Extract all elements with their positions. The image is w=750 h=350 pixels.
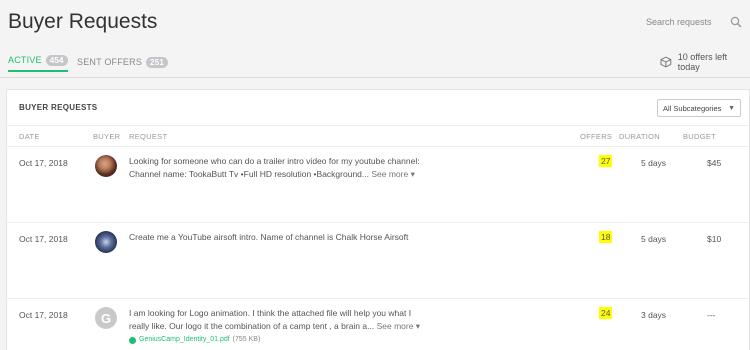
request-line: Create me a YouTube airsoft intro. Name … [129, 232, 409, 242]
chevron-down-icon: ▼ [728, 104, 735, 112]
offers-count: 18 [599, 231, 613, 243]
request-text: Create me a YouTube airsoft intro. Name … [129, 231, 429, 244]
avatar[interactable] [95, 155, 117, 177]
request-line: I am looking for Logo animation. I think… [129, 308, 412, 318]
table-row[interactable]: Oct 17, 2018 Looking for someone who can… [7, 146, 749, 222]
tab-sent-offers[interactable]: SENT OFFERS 251 [77, 52, 168, 72]
subcategory-select[interactable]: All Subcategories ▼ [657, 99, 741, 117]
duration: 5 days [641, 234, 667, 244]
avatar[interactable]: G [95, 307, 117, 329]
request-date: Oct 17, 2018 [19, 158, 68, 168]
request-date: Oct 17, 2018 [19, 310, 68, 320]
request-line-more: really like. Our logo it the combination… [129, 320, 429, 333]
request-line-more: Channel name: TookaButt Tv •Full HD reso… [129, 168, 429, 181]
tab-active[interactable]: ACTIVE 454 [8, 52, 68, 72]
tab-active-count: 454 [45, 54, 68, 66]
cube-icon [660, 56, 672, 68]
panel-title: BUYER REQUESTS [19, 103, 98, 112]
column-header-request: REQUEST [129, 132, 168, 141]
request-line: Looking for someone who can do a trailer… [129, 156, 420, 166]
search-input[interactable]: Search requests [640, 10, 748, 34]
buyer-requests-panel: BUYER REQUESTS All Subcategories ▼ DATE … [6, 89, 750, 350]
request-text: Looking for someone who can do a trailer… [129, 155, 429, 181]
column-header-date: DATE [19, 132, 40, 141]
attachment-name[interactable]: GeniusCamp_Identity_01.pdf [139, 335, 230, 345]
search-placeholder: Search requests [646, 17, 712, 27]
column-header-duration: DURATION [619, 132, 661, 141]
request-line: really like. Our logo it the combination… [129, 321, 375, 331]
tab-active-label: ACTIVE [8, 55, 42, 65]
duration: 3 days [641, 310, 667, 320]
tab-bar: ACTIVE 454 SENT OFFERS 251 [0, 48, 750, 78]
table-row[interactable]: Oct 17, 2018 G I am looking for Logo ani… [7, 298, 749, 350]
request-text: I am looking for Logo animation. I think… [129, 307, 429, 345]
tab-sent-offers-count: 251 [146, 56, 168, 68]
budget: $45 [707, 158, 722, 168]
offers-count: 24 [599, 307, 613, 319]
see-more-link[interactable]: See more ▾ [371, 169, 414, 179]
page-title: Buyer Requests [8, 10, 158, 33]
attachment[interactable]: GeniusCamp_Identity_01.pdf (755 KB) [129, 335, 429, 345]
request-date: Oct 17, 2018 [19, 234, 68, 244]
tab-sent-offers-label: SENT OFFERS [77, 57, 143, 67]
offers-left-indicator: 10 offers left today [660, 52, 750, 72]
duration: 5 days [641, 158, 667, 168]
budget: $10 [707, 234, 722, 244]
subcategory-selected: All Subcategories [663, 103, 722, 113]
column-header-buyer: BUYER [93, 132, 121, 141]
avatar[interactable] [95, 231, 117, 253]
attachment-icon [129, 336, 136, 344]
column-header-offers: OFFERS [580, 132, 613, 141]
offers-left-text: 10 offers left today [677, 52, 728, 72]
table-row[interactable]: Oct 17, 2018 Create me a YouTube airsoft… [7, 222, 749, 298]
panel-header: BUYER REQUESTS All Subcategories ▼ [7, 90, 749, 126]
search-icon[interactable] [730, 16, 742, 28]
column-header-budget: BUDGET [683, 132, 717, 141]
see-more-link[interactable]: See more ▾ [377, 321, 420, 331]
offers-count: 27 [599, 155, 613, 167]
attachment-size: (755 KB) [232, 336, 261, 343]
request-line: Channel name: TookaButt Tv •Full HD reso… [129, 169, 369, 179]
budget: --- [707, 310, 716, 320]
